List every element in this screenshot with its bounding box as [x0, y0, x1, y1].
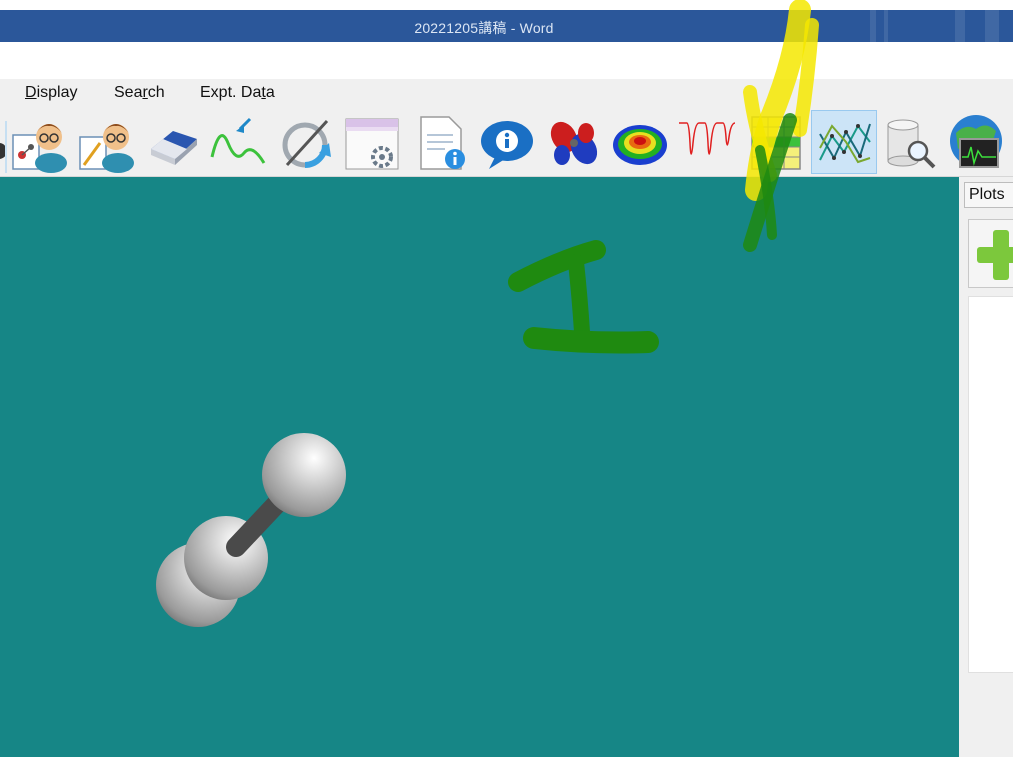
tool-spectrum[interactable]: [676, 112, 738, 174]
tool-molecule-user[interactable]: [8, 112, 70, 174]
molecule-model[interactable]: [0, 177, 959, 757]
atom[interactable]: [262, 433, 346, 517]
title-decoration: [985, 10, 999, 42]
tool-document-info[interactable]: [410, 112, 472, 174]
tool-refresh[interactable]: [274, 112, 336, 174]
surface-map-icon: [613, 125, 667, 165]
spectrum-icon: [679, 122, 736, 155]
plus-icon: [977, 230, 1013, 280]
menu-bar: Display Search Expt. Data: [0, 79, 1013, 108]
tool-database-search[interactable]: [879, 112, 941, 174]
menu-expt-data[interactable]: Expt. Data: [200, 84, 275, 102]
document-info-icon: [420, 116, 465, 170]
menu-search[interactable]: Search: [114, 84, 165, 102]
tool-line-plot[interactable]: [811, 110, 877, 174]
orbital-icon: [550, 121, 598, 165]
tool-info-bubble[interactable]: [476, 112, 538, 174]
molecule-icon: [0, 121, 7, 173]
tool-spreadsheet[interactable]: [745, 112, 807, 174]
refresh-slash-icon: [282, 119, 331, 168]
ribbon-strip: [0, 42, 1013, 79]
tool-window-settings[interactable]: [341, 112, 403, 174]
tool-globe-monitor[interactable]: [945, 112, 1007, 174]
database-search-icon: [887, 119, 936, 169]
tool-surface-map[interactable]: [609, 112, 671, 174]
vibration-wave-icon: [210, 117, 266, 164]
add-plot-button[interactable]: [968, 219, 1013, 288]
window-title: 20221205講稿 - Word: [414, 20, 554, 36]
tool-eraser[interactable]: [142, 112, 204, 174]
title-bar: 20221205講稿 - Word: [0, 10, 1013, 42]
tab-plots-label: Plots: [969, 186, 1005, 203]
edit-user-icon: [79, 124, 134, 173]
plots-list[interactable]: [968, 296, 1013, 673]
tab-plots[interactable]: Plots: [964, 182, 1013, 208]
partial-tool-button[interactable]: [0, 112, 8, 174]
molecule-user-icon: [12, 124, 67, 173]
tool-orbital[interactable]: [543, 112, 605, 174]
tool-vibration[interactable]: [207, 112, 269, 174]
molecule-viewport[interactable]: [0, 177, 959, 757]
info-bubble-icon: [481, 121, 533, 169]
toolbar: [0, 108, 1013, 177]
tool-edit-user[interactable]: [75, 112, 137, 174]
eraser-icon: [151, 131, 197, 165]
spreadsheet-icon: [751, 116, 801, 170]
plots-panel: Plots: [959, 177, 1013, 757]
window-settings-icon: [345, 118, 399, 170]
menu-display[interactable]: Display: [25, 84, 77, 102]
line-plot-icon: [819, 123, 871, 164]
globe-monitor-icon: [950, 115, 1002, 168]
